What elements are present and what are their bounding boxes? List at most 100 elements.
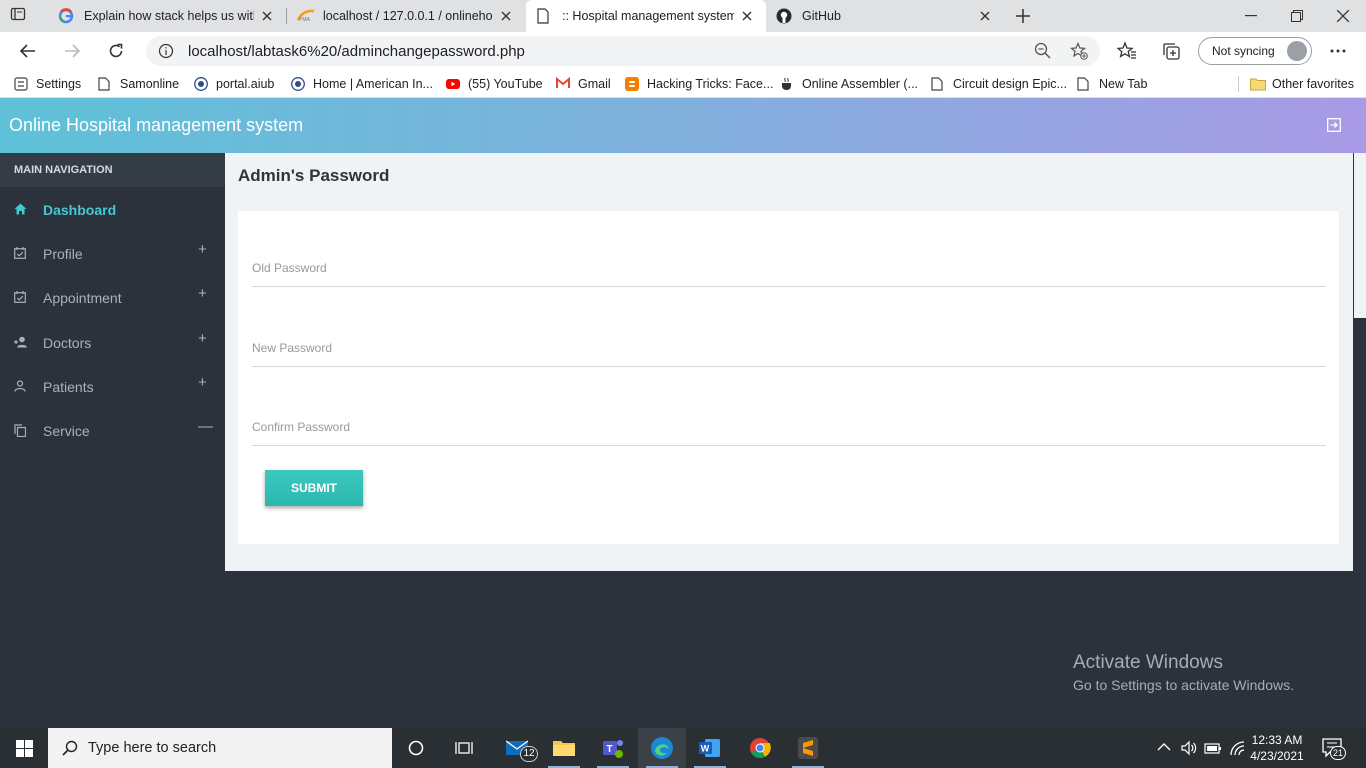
sidebar-item-profile[interactable]: Profile + xyxy=(0,232,225,276)
app-title[interactable]: Online Hospital management system xyxy=(9,115,303,136)
close-tab-icon[interactable] xyxy=(493,3,519,29)
sidebar-item-patients[interactable]: Patients + xyxy=(0,365,225,409)
taskbar-search[interactable]: Type here to search xyxy=(48,728,392,768)
tab-github[interactable]: GitHub xyxy=(766,0,1004,32)
app-header: Online Hospital management system xyxy=(0,98,1366,153)
sidebar-item-dashboard[interactable]: Dashboard xyxy=(0,188,225,232)
forward-button[interactable] xyxy=(58,37,86,65)
tab-actions-menu-icon[interactable] xyxy=(10,6,38,26)
profile-sync-button[interactable]: Not syncing xyxy=(1198,37,1312,65)
mail-app[interactable]: 12 xyxy=(494,728,542,768)
bookmark-new-tab[interactable]: New Tab xyxy=(1077,70,1147,98)
chrome-app[interactable] xyxy=(736,728,784,768)
expand-toggle[interactable]: + xyxy=(198,241,207,258)
bookmark-label: (55) YouTube xyxy=(468,77,543,91)
cup-icon xyxy=(780,77,794,91)
browser-toolbar: localhost/labtask6%20/adminchangepasswor… xyxy=(0,32,1366,70)
word-app[interactable]: W xyxy=(686,728,734,768)
volume-icon[interactable] xyxy=(1181,740,1197,756)
avatar xyxy=(1287,41,1307,61)
refresh-button[interactable] xyxy=(102,37,130,65)
back-button[interactable] xyxy=(14,37,42,65)
site-info-icon[interactable] xyxy=(158,43,174,59)
close-window-button[interactable] xyxy=(1320,0,1366,32)
battery-icon[interactable] xyxy=(1204,740,1222,756)
sidebar-heading: MAIN NAVIGATION xyxy=(0,153,225,187)
new-password-input[interactable] xyxy=(252,337,1326,359)
sublime-text-app[interactable] xyxy=(784,728,832,768)
bookmark-settings[interactable]: Settings xyxy=(14,70,81,98)
windows-taskbar: Type here to search 12 T W 12:33 AM 4/23… xyxy=(0,728,1366,768)
folder-icon xyxy=(1250,77,1266,91)
old-password-input[interactable] xyxy=(252,257,1326,279)
cortana-icon xyxy=(408,740,424,756)
tab-phpmyadmin[interactable]: PMA localhost / 127.0.0.1 / onlinehosp xyxy=(287,0,525,32)
sidebar-item-service[interactable]: Service — xyxy=(0,409,225,453)
tab-hospital-system[interactable]: :: Hospital management system- xyxy=(526,0,766,32)
expand-toggle[interactable]: + xyxy=(198,330,207,347)
aiub-icon xyxy=(291,77,305,91)
teams-app[interactable]: T xyxy=(589,728,637,768)
expand-toggle[interactable]: + xyxy=(198,285,207,302)
file-explorer-app[interactable] xyxy=(540,728,588,768)
collections-icon[interactable] xyxy=(1161,41,1181,61)
confirm-password-input[interactable] xyxy=(252,416,1326,438)
gmail-icon xyxy=(556,77,570,91)
sidebar-item-label: Patients xyxy=(43,379,94,395)
minimize-button[interactable] xyxy=(1228,0,1274,32)
calendar-check-icon xyxy=(14,291,26,303)
more-options-icon[interactable] xyxy=(1330,49,1346,53)
bookmark-youtube[interactable]: (55) YouTube xyxy=(446,70,543,98)
page-title: Admin's Password xyxy=(238,166,390,185)
sidebar-item-appointment[interactable]: Appointment + xyxy=(0,276,225,320)
close-tab-icon[interactable] xyxy=(254,3,280,29)
submit-button[interactable]: SUBMIT xyxy=(265,470,363,506)
notifications-icon[interactable]: 21 xyxy=(1322,738,1346,760)
windows-logo-icon xyxy=(15,739,33,757)
sidebar-item-doctors[interactable]: Doctors + xyxy=(0,321,225,365)
address-bar[interactable]: localhost/labtask6%20/adminchangepasswor… xyxy=(146,36,1100,66)
calendar-check-icon xyxy=(14,247,26,259)
bookmark-samonline[interactable]: Samonline xyxy=(98,70,179,98)
bookmark-circuit-design[interactable]: Circuit design Epic... xyxy=(931,70,1067,98)
change-password-form: SUBMIT xyxy=(238,211,1339,544)
main-content: Admin's Password SUBMIT xyxy=(225,153,1353,571)
collapse-toggle[interactable]: — xyxy=(198,418,213,435)
bookmark-hacking-tricks[interactable]: Hacking Tricks: Face... xyxy=(625,70,773,98)
tab-google-search[interactable]: Explain how stack helps us with p xyxy=(48,0,287,32)
other-favorites-folder[interactable]: Other favorites xyxy=(1250,70,1354,98)
clock-date: 4/23/2021 xyxy=(1250,749,1304,763)
old-password-field xyxy=(252,247,1326,287)
scrollbar-thumb[interactable] xyxy=(1354,153,1366,318)
aiub-icon xyxy=(194,77,208,91)
close-tab-icon[interactable] xyxy=(734,3,760,29)
blogger-icon xyxy=(625,77,639,91)
sidebar-item-label: Appointment xyxy=(43,290,122,306)
bookmark-portal-aiub[interactable]: portal.aiub xyxy=(194,70,274,98)
favorites-icon[interactable] xyxy=(1117,41,1137,61)
add-favorite-icon[interactable] xyxy=(1070,42,1088,60)
task-view-button[interactable] xyxy=(440,728,488,768)
confirm-password-field xyxy=(252,406,1326,446)
show-hidden-icons[interactable] xyxy=(1157,742,1171,752)
bookmark-online-assembler[interactable]: Online Assembler (... xyxy=(780,70,918,98)
expand-toggle[interactable]: + xyxy=(198,374,207,391)
system-clock[interactable]: 12:33 AM 4/23/2021 xyxy=(1246,732,1308,764)
cortana-button[interactable] xyxy=(392,728,440,768)
bookmark-gmail[interactable]: Gmail xyxy=(556,70,611,98)
new-tab-button[interactable] xyxy=(1010,3,1036,29)
user-icon xyxy=(14,380,26,392)
tab-title: Explain how stack helps us with p xyxy=(84,9,254,23)
tab-title: :: Hospital management system- xyxy=(562,9,734,23)
restore-button[interactable] xyxy=(1274,0,1320,32)
wifi-icon[interactable] xyxy=(1229,740,1247,756)
sidebar-item-label: Profile xyxy=(43,246,83,262)
chrome-icon xyxy=(749,737,771,759)
zoom-icon[interactable] xyxy=(1034,42,1052,60)
logout-icon[interactable] xyxy=(1327,118,1341,132)
close-tab-icon[interactable] xyxy=(972,3,998,29)
edge-app[interactable] xyxy=(638,728,686,768)
url-text[interactable]: localhost/labtask6%20/adminchangepasswor… xyxy=(188,43,525,60)
bookmark-american-international[interactable]: Home | American In... xyxy=(291,70,433,98)
start-button[interactable] xyxy=(0,728,48,768)
